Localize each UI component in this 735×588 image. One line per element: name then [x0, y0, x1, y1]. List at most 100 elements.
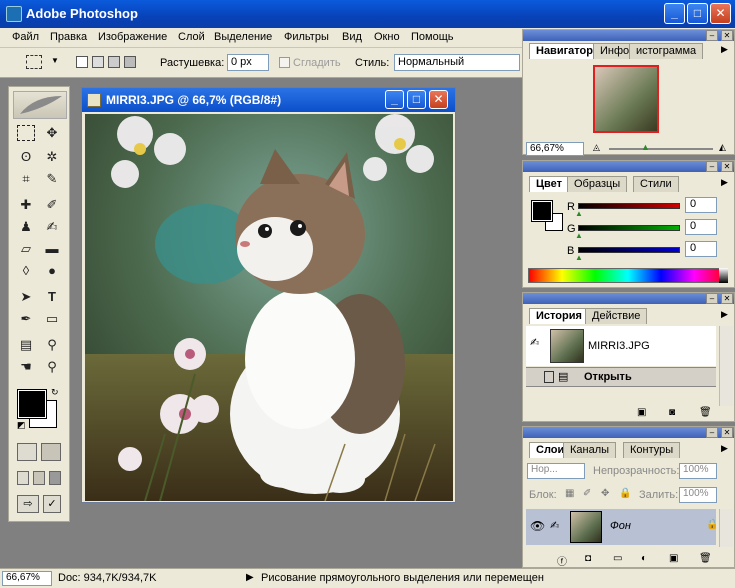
layer-brush-icon[interactable]: ✍ [550, 519, 559, 532]
zoom-slider-thumb-icon[interactable]: ▲ [641, 142, 650, 152]
history-scrollbar[interactable] [719, 326, 733, 406]
zoom-out-icon[interactable]: ◬ [593, 142, 600, 153]
foreground-color-swatch[interactable] [17, 389, 47, 419]
color-slider-b[interactable] [578, 247, 680, 253]
intersect-selection-icon[interactable] [124, 56, 136, 68]
navigator-close-button[interactable]: ✕ [721, 30, 733, 41]
tab-styles[interactable]: Стили [633, 176, 679, 192]
menu-edit[interactable]: Правка [50, 31, 87, 43]
fill-input[interactable]: 100% [679, 487, 717, 503]
hand-tool-icon[interactable]: ☚ [15, 357, 37, 377]
tab-actions[interactable]: Действие [585, 308, 648, 324]
color-slider-thumb-icon[interactable]: ▲ [575, 253, 583, 262]
lasso-tool-icon[interactable]: ʘ [15, 147, 37, 167]
tab-swatches[interactable]: Образцы [567, 176, 628, 192]
tab-paths[interactable]: Контуры [623, 442, 681, 458]
layer-visibility-icon[interactable]: 👁 [530, 519, 545, 533]
color-menu-icon[interactable]: ▶ [721, 177, 728, 188]
screen-mode-full-menu-icon[interactable] [33, 471, 45, 485]
notes-tool-icon[interactable]: ▤ [15, 335, 37, 355]
brush-tool-icon[interactable]: ✐ [41, 195, 63, 215]
eyedropper-tool-icon[interactable]: ⚲ [41, 335, 63, 355]
new-snapshot-icon[interactable]: ◙ [669, 407, 675, 418]
menu-image[interactable]: Изображение [98, 31, 167, 43]
menu-view[interactable]: Вид [342, 31, 362, 43]
antialias-checkbox[interactable] [279, 57, 290, 68]
layer-set-icon[interactable]: ▭ [613, 553, 622, 564]
color-bw-ramp[interactable] [719, 268, 728, 283]
history-brush-icon[interactable]: ✍ [41, 217, 63, 237]
swap-colors-icon[interactable]: ↻ [51, 387, 59, 398]
tab-color[interactable]: Цвет [529, 176, 570, 192]
doc-close-button[interactable]: ✕ [429, 90, 448, 109]
screen-mode-standard-icon[interactable] [17, 471, 29, 485]
new-document-from-state-icon[interactable]: ▣ [637, 407, 646, 418]
layers-minimize-button[interactable]: – [706, 427, 718, 438]
delete-state-icon[interactable]: 🗑 [699, 407, 712, 418]
pen-tool-icon[interactable]: ✒ [15, 309, 37, 329]
color-slider-r[interactable] [578, 203, 680, 209]
jump-to-imageready-icon[interactable]: ⇨ [17, 495, 39, 513]
zoom-tool-icon[interactable]: ⚲ [41, 357, 63, 377]
shape-tool-icon[interactable]: ▭ [41, 309, 63, 329]
menu-file[interactable]: Файл [12, 31, 39, 43]
color-spectrum-bar[interactable] [528, 268, 728, 283]
lock-position-icon[interactable]: ✥ [601, 488, 609, 499]
layer-mask-icon[interactable]: ◘ [585, 553, 591, 564]
new-layer-icon[interactable]: ▣ [669, 553, 678, 564]
layers-panel-header[interactable] [523, 427, 734, 438]
slice-tool-icon[interactable]: ✎ [41, 169, 63, 189]
navigator-menu-icon[interactable]: ▶ [721, 44, 728, 55]
tab-navigator[interactable]: Навигатор [529, 43, 600, 59]
standard-mode-icon[interactable] [17, 443, 37, 461]
screen-mode-full-icon[interactable] [49, 471, 61, 485]
menu-layer[interactable]: Слой [178, 31, 205, 43]
color-slider-thumb-icon[interactable]: ▲ [575, 209, 583, 218]
history-state-marker[interactable] [544, 371, 554, 383]
tab-histogram[interactable]: истограмма [629, 43, 704, 59]
zoom-in-icon[interactable]: ◭ [719, 142, 726, 153]
color-value-g[interactable]: 0 [685, 219, 717, 235]
crop-tool-icon[interactable]: ⌗ [15, 169, 37, 189]
tab-history[interactable]: История [529, 308, 589, 324]
doc-minimize-button[interactable]: _ [385, 90, 404, 109]
color-minimize-button[interactable]: – [706, 161, 718, 172]
menu-help[interactable]: Помощь [411, 31, 454, 43]
color-close-button[interactable]: ✕ [721, 161, 733, 172]
rect-marquee-icon[interactable] [26, 55, 42, 69]
history-close-button[interactable]: ✕ [721, 293, 733, 304]
close-button[interactable]: ✕ [710, 3, 731, 24]
layers-close-button[interactable]: ✕ [721, 427, 733, 438]
tab-channels[interactable]: Каналы [563, 442, 617, 458]
new-selection-icon[interactable] [76, 56, 88, 68]
path-select-icon[interactable]: ➤ [15, 287, 37, 307]
layers-scrollbar[interactable] [719, 509, 733, 547]
marquee-tool-icon[interactable] [17, 125, 35, 141]
chevron-down-icon[interactable]: ▼ [51, 56, 59, 65]
document-title-bar[interactable]: MIRRI3.JPG @ 66,7% (RGB/8#) _ □ ✕ [82, 88, 455, 112]
color-value-r[interactable]: 0 [685, 197, 717, 213]
gradient-tool-icon[interactable]: ▬ [41, 239, 63, 259]
navigator-zoom-input[interactable]: 66,67% [526, 142, 584, 156]
move-tool-icon[interactable]: ✥ [41, 123, 63, 143]
adjustment-layer-icon[interactable]: ◐ [641, 553, 647, 564]
status-zoom-input[interactable]: 66,67% [2, 571, 52, 586]
lock-all-icon[interactable]: 🔒 [619, 488, 631, 499]
quick-mask-icon[interactable] [41, 443, 61, 461]
layers-menu-icon[interactable]: ▶ [721, 443, 728, 454]
navigator-minimize-button[interactable]: – [706, 30, 718, 41]
lock-transparent-icon[interactable]: ▦ [565, 488, 574, 499]
opacity-input[interactable]: 100% [679, 463, 717, 479]
minimize-button[interactable]: _ [664, 3, 685, 24]
eraser-tool-icon[interactable]: ▱ [15, 239, 37, 259]
stamp-tool-icon[interactable]: ♟ [15, 217, 37, 237]
history-snapshot-row[interactable]: ✍ MIRRI3.JPG [526, 326, 716, 366]
blend-mode-select[interactable]: Нор... [527, 463, 585, 479]
subtract-selection-icon[interactable] [108, 56, 120, 68]
layer-style-icon[interactable]: ⓕ [557, 553, 567, 568]
history-menu-icon[interactable]: ▶ [721, 309, 728, 320]
delete-layer-icon[interactable]: 🗑 [699, 553, 712, 564]
image-canvas[interactable] [85, 114, 453, 501]
navigator-panel-header[interactable] [523, 30, 734, 41]
feather-logo-icon[interactable] [13, 91, 67, 119]
